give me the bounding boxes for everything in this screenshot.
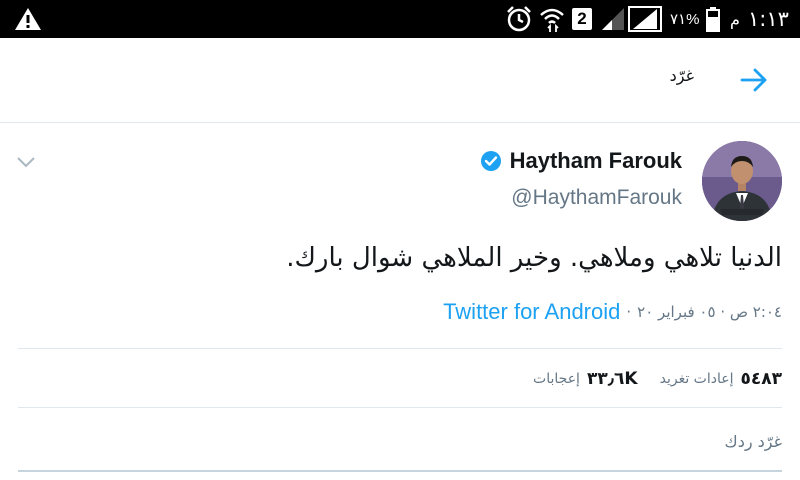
sim2-label: 2 xyxy=(572,8,592,30)
likes-count: ٣٣٫٦K xyxy=(586,369,638,389)
warning-icon xyxy=(14,0,42,38)
divider xyxy=(18,348,782,349)
battery-icon xyxy=(706,0,720,38)
tweet-options-button[interactable] xyxy=(14,150,38,174)
reply-placeholder: غرّد ردك xyxy=(724,432,782,451)
back-button[interactable] xyxy=(732,58,776,102)
status-bar: 2 ٧١% م ١:١٣ xyxy=(0,0,800,38)
tweet-stats: ٥٤٨٣ إعادات تغريد ٣٣٫٦K إعجابات xyxy=(533,364,782,394)
likes-stat[interactable]: ٣٣٫٦K إعجابات xyxy=(533,369,638,389)
battery-percent: ٧١% xyxy=(670,11,700,28)
author-handle[interactable]: @HaythamFarouk xyxy=(511,186,682,210)
retweets-count: ٥٤٨٣ xyxy=(740,369,782,389)
clock: ١:١٣ xyxy=(748,7,789,31)
avatar[interactable] xyxy=(702,141,782,221)
reply-input[interactable]: غرّد ردك xyxy=(18,420,782,472)
sim2-icon: 2 xyxy=(572,0,592,38)
meta-separator: · xyxy=(626,303,632,321)
tweet-text: الدنيا تلاهي وملاهي. وخير الملاهي شوال ب… xyxy=(286,243,782,273)
likes-label: إعجابات xyxy=(533,371,580,387)
arrow-right-icon xyxy=(740,68,767,92)
alarm-icon xyxy=(505,0,533,38)
signal-weak-icon xyxy=(600,0,626,38)
divider xyxy=(18,407,782,408)
wifi-icon xyxy=(539,0,565,38)
chevron-down-icon xyxy=(17,157,35,168)
tweet-timestamp: ٢:٠٤ ص · ٠٥ فبراير ٢٠ xyxy=(637,303,782,321)
tweet-meta: ٢:٠٤ ص · ٠٥ فبراير ٢٠ · Twitter for Andr… xyxy=(443,298,782,326)
verified-badge-icon xyxy=(480,150,502,172)
profile-photo xyxy=(702,141,782,221)
tweet-source-link[interactable]: Twitter for Android xyxy=(443,299,620,325)
ampm-label: م xyxy=(730,9,740,29)
signal-full-icon xyxy=(628,0,662,38)
author-name-row[interactable]: Haytham Farouk xyxy=(480,146,682,176)
app-header: غرّد xyxy=(0,38,800,123)
retweets-stat[interactable]: ٥٤٨٣ إعادات تغريد xyxy=(660,369,782,389)
author-name: Haytham Farouk xyxy=(509,148,682,173)
retweets-label: إعادات تغريد xyxy=(659,371,734,387)
header-title: غرّد xyxy=(669,66,694,85)
